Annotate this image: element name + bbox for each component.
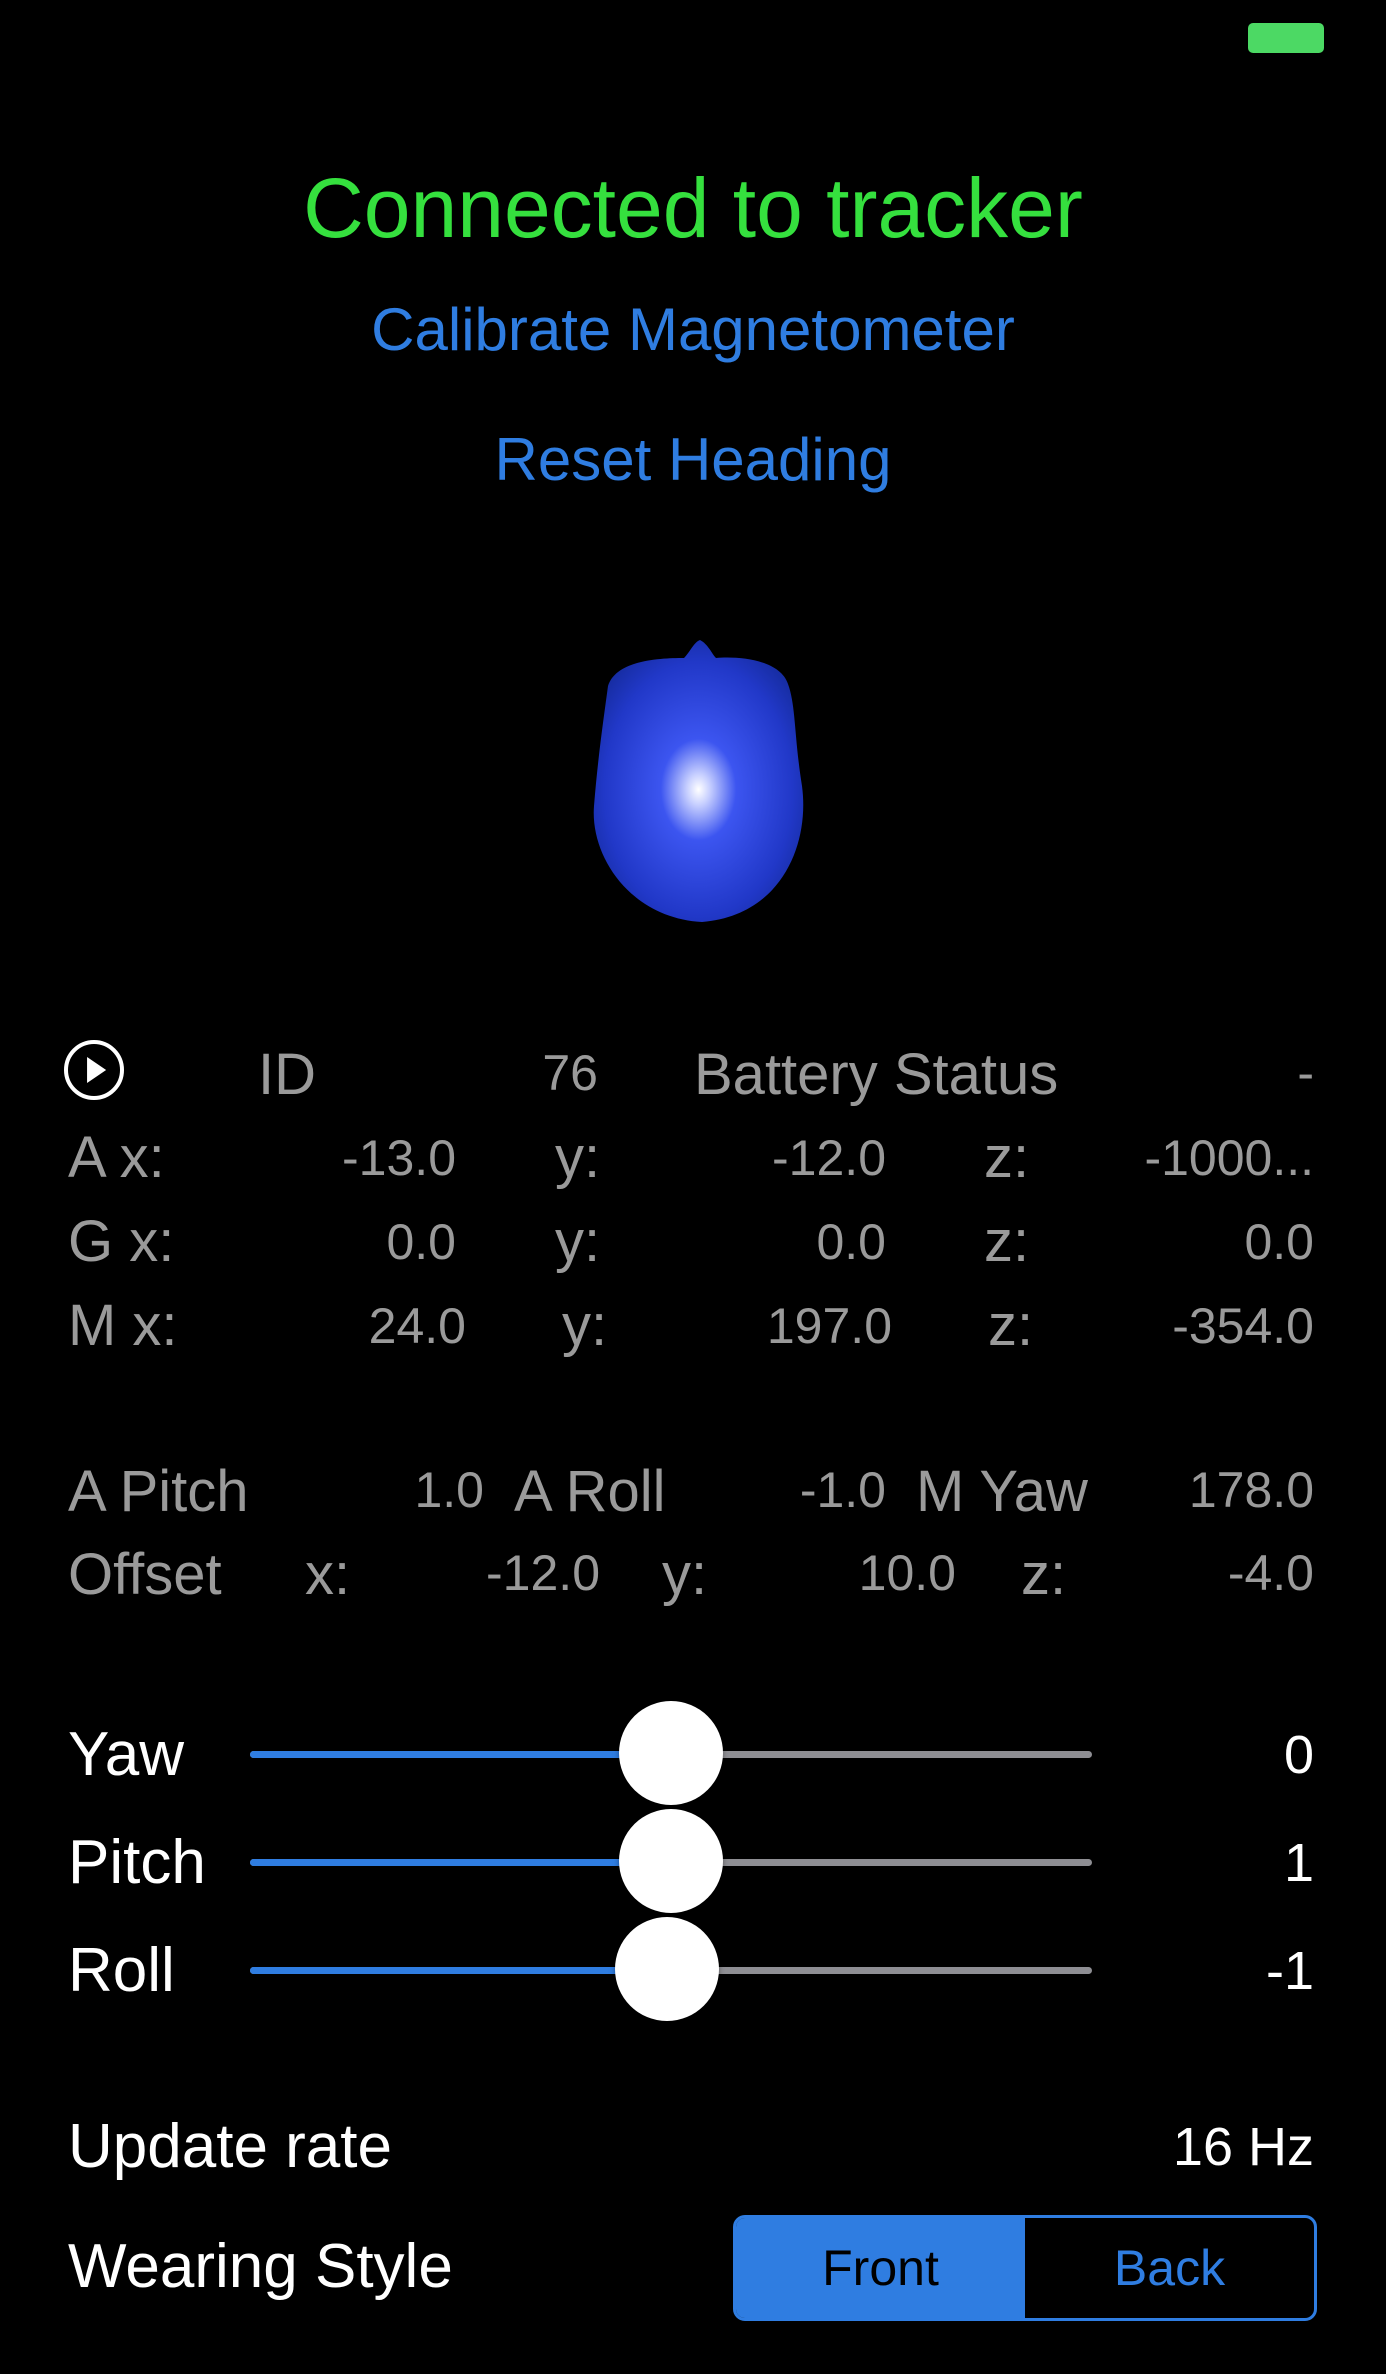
roll-slider-label: Roll [68, 1936, 175, 2005]
pitch-slider-fill [250, 1859, 671, 1866]
wearing-style-segmented-control[interactable]: Front Back [733, 2215, 1317, 2321]
gyro-z-value: 0.0 [1244, 1214, 1314, 1270]
accel-x-value: -13.0 [342, 1130, 456, 1186]
wearing-style-front[interactable]: Front [736, 2218, 1025, 2318]
yaw-slider[interactable] [250, 1701, 1092, 1805]
battery-icon [1248, 23, 1324, 53]
a-pitch-label: A Pitch [68, 1459, 249, 1524]
mag-x-value: 24.0 [368, 1298, 466, 1354]
accel-y-value: -12.0 [772, 1130, 886, 1186]
gyro-x-label: G x: [68, 1209, 175, 1274]
mag-z-value: -354.0 [1172, 1298, 1314, 1354]
roll-slider-fill [250, 1967, 667, 1974]
pitch-slider-label: Pitch [68, 1828, 206, 1897]
gyro-z-label: z: [984, 1209, 1030, 1274]
offset-z-value: -4.0 [1227, 1545, 1314, 1601]
connection-status: Connected to tracker [303, 161, 1083, 255]
pitch-slider[interactable] [250, 1809, 1092, 1913]
battery-status-value: - [1297, 1045, 1314, 1101]
gyro-x-value: 0.0 [386, 1214, 456, 1270]
update-rate-label: Update rate [68, 2112, 392, 2181]
roll-slider-thumb[interactable] [614, 1917, 719, 2021]
mag-z-label: z: [988, 1293, 1034, 1358]
accel-z-value: -1000... [1144, 1130, 1314, 1186]
yaw-slider-value: 0 [1283, 1725, 1314, 1785]
accel-z-label: z: [984, 1125, 1030, 1190]
update-rate-value: 16 Hz [1172, 2117, 1314, 2177]
mag-y-label: y: [562, 1293, 608, 1358]
offset-x-value: -12.0 [486, 1545, 600, 1601]
offset-label: Offset [68, 1542, 222, 1607]
gyro-y-value: 0.0 [816, 1214, 886, 1270]
accel-y-label: y: [555, 1125, 601, 1190]
play-icon[interactable] [64, 1040, 124, 1100]
offset-y-value: 10.0 [858, 1545, 956, 1601]
battery-status-label: Battery Status [694, 1042, 1059, 1107]
id-label: ID [258, 1042, 316, 1107]
mag-y-value: 197.0 [766, 1298, 892, 1354]
a-pitch-value: 1.0 [414, 1462, 484, 1518]
pitch-slider-thumb[interactable] [619, 1809, 723, 1913]
id-value: 76 [542, 1045, 598, 1101]
yaw-slider-label: Yaw [68, 1720, 185, 1789]
m-yaw-value: 178.0 [1188, 1462, 1314, 1518]
pitch-slider-value: 1 [1283, 1833, 1314, 1893]
gyro-y-label: y: [555, 1209, 601, 1274]
offset-z-label: z: [1021, 1542, 1067, 1607]
roll-slider[interactable] [250, 1917, 1092, 2021]
mag-x-label: M x: [68, 1293, 178, 1358]
accel-x-label: A x: [68, 1125, 165, 1190]
m-yaw-label: M Yaw [916, 1459, 1088, 1524]
wearing-style-back[interactable]: Back [1025, 2218, 1314, 2318]
yaw-slider-thumb[interactable] [619, 1701, 723, 1805]
a-roll-label: A Roll [514, 1459, 666, 1524]
calibrate-magnetometer-button[interactable]: Calibrate Magnetometer [0, 290, 1386, 370]
head-model-3d[interactable] [590, 636, 810, 926]
roll-slider-value: -1 [1265, 1941, 1314, 2001]
yaw-slider-fill [250, 1751, 671, 1758]
offset-y-label: y: [662, 1542, 708, 1607]
reset-heading-button[interactable]: Reset Heading [0, 420, 1386, 500]
offset-x-label: x: [305, 1542, 351, 1607]
a-roll-value: -1.0 [799, 1462, 886, 1518]
wearing-style-label: Wearing Style [68, 2232, 453, 2301]
